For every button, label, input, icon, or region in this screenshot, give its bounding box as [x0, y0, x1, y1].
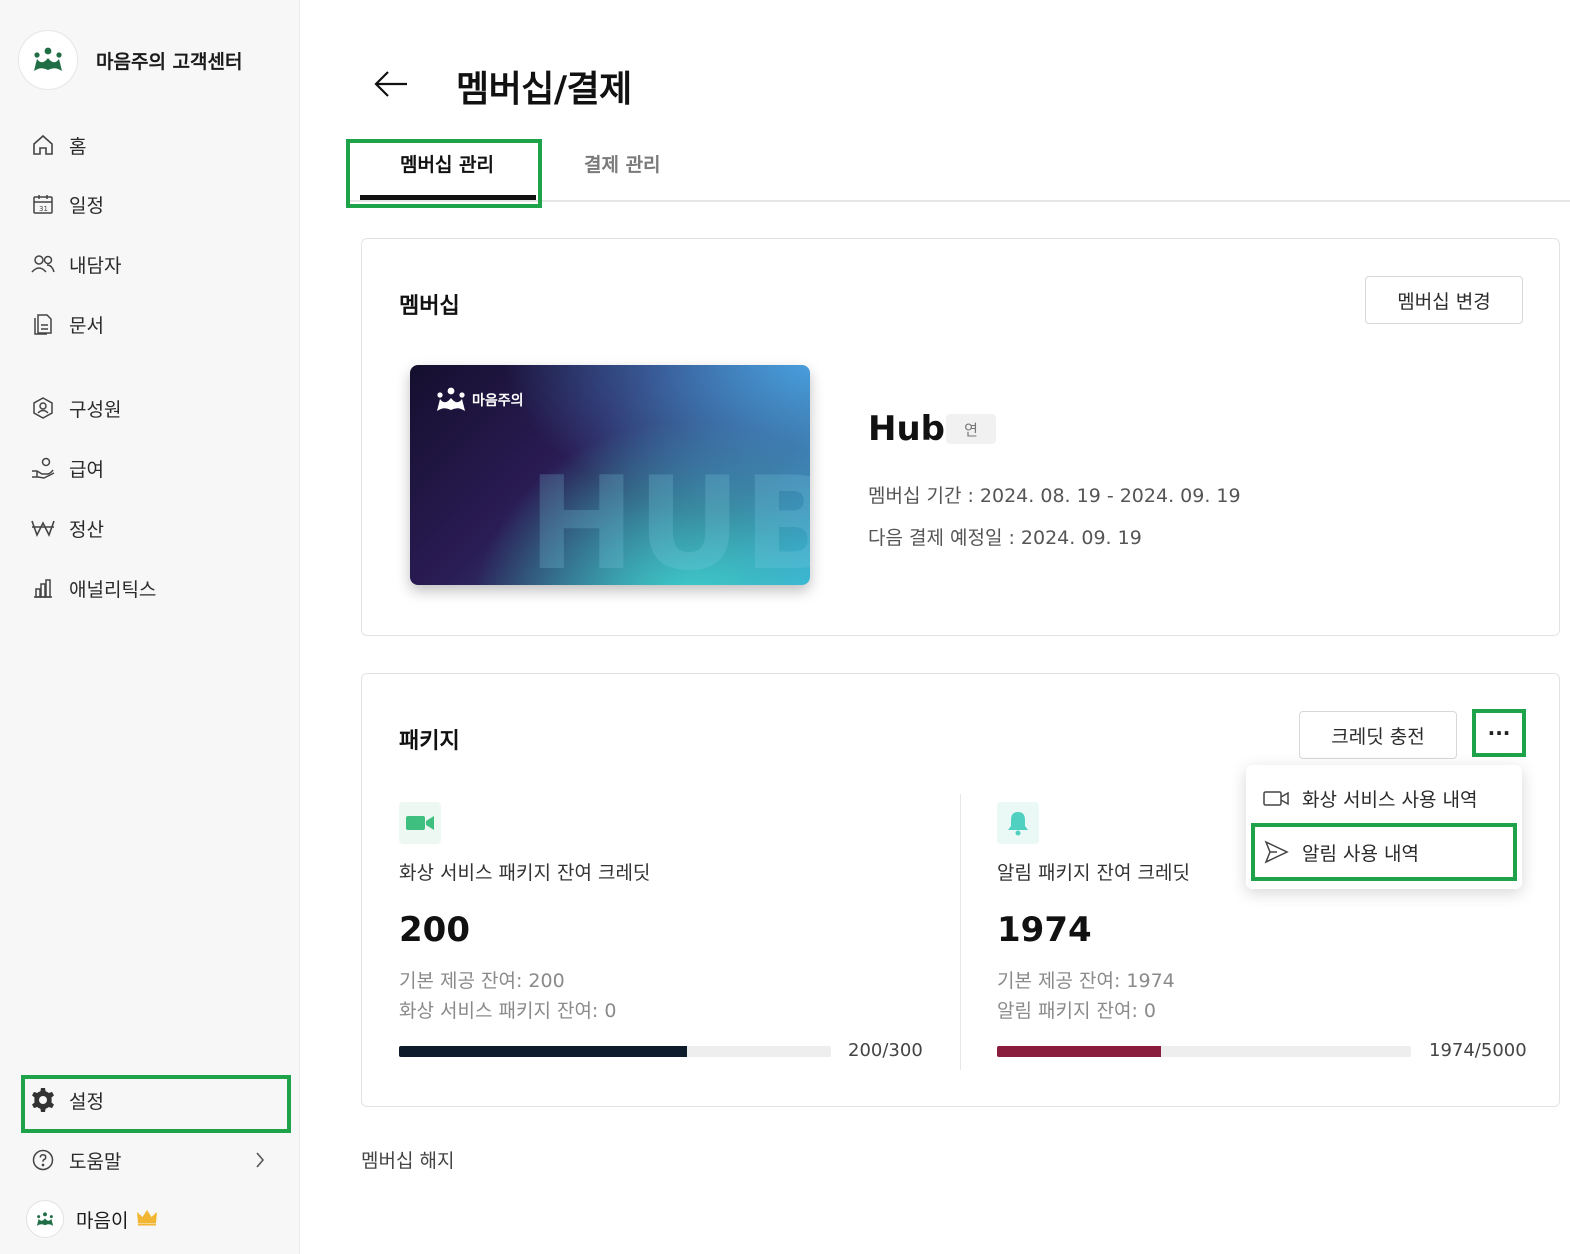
settings-highlight-box — [21, 1075, 291, 1133]
video-icon — [1262, 786, 1290, 810]
sidebar-item-salary[interactable]: 급여 — [30, 448, 104, 488]
video-camera-icon — [399, 802, 441, 844]
sidebar-item-documents[interactable]: 문서 — [30, 304, 104, 344]
users-icon — [30, 251, 56, 277]
cancel-membership-link[interactable]: 멤버십 해지 — [361, 1146, 454, 1173]
video-basic-remaining: 기본 제공 잔여: 200 — [399, 970, 565, 992]
calendar-icon: 31 — [30, 191, 56, 217]
crown-icon — [136, 1208, 158, 1230]
user-profile[interactable]: 마음이 — [26, 1200, 158, 1238]
more-options-button[interactable]: ··· — [1472, 709, 1526, 757]
send-icon — [1262, 840, 1290, 864]
sidebar-item-label: 애널리틱스 — [69, 578, 157, 601]
brand[interactable]: 마음주의 고객센터 — [18, 30, 242, 90]
menu-item-label: 화상 서비스 사용 내역 — [1302, 788, 1478, 811]
sidebar-item-label: 도움말 — [69, 1150, 122, 1173]
menu-item-label: 알림 사용 내역 — [1302, 842, 1419, 865]
sidebar-item-label: 정산 — [69, 518, 104, 541]
salary-icon — [30, 455, 56, 481]
svg-text:31: 31 — [39, 205, 48, 213]
analytics-icon — [30, 575, 56, 601]
back-button[interactable] — [370, 64, 414, 104]
package-section: 패키지 크레딧 충전 화상 서비스 패키지 잔여 크레딧 200 기본 제공 잔… — [361, 673, 1560, 1107]
menu-item-video-usage[interactable]: 화상 서비스 사용 내역 — [1246, 773, 1522, 823]
video-progress-text: 200/300 — [848, 1040, 923, 1061]
video-progress-fill — [399, 1046, 688, 1057]
sidebar-item-schedule[interactable]: 31 일정 — [30, 184, 104, 224]
alarm-progress-fill — [997, 1046, 1161, 1057]
help-icon — [30, 1147, 56, 1173]
package-title: 패키지 — [399, 729, 460, 754]
change-membership-button[interactable]: 멤버십 변경 — [1365, 276, 1523, 324]
card-brand-text: 마음주의 — [472, 393, 524, 409]
sidebar-item-label: 일정 — [69, 194, 104, 217]
sidebar-item-clients[interactable]: 내담자 — [30, 244, 121, 284]
avatar — [26, 1200, 64, 1238]
charge-credit-button[interactable]: 크레딧 충전 — [1299, 711, 1457, 759]
brand-name: 마음주의 고객센터 — [96, 50, 243, 73]
arrow-left-icon — [374, 71, 407, 97]
sidebar: 마음주의 고객센터 홈 31 일정 내담자 문서 구성원 급여 정산 애널리틱스… — [0, 0, 300, 1254]
video-credit-value: 200 — [399, 910, 470, 950]
next-payment-date: 다음 결제 예정일 : 2024. 09. 19 — [868, 527, 1142, 549]
alarm-credit-label: 알림 패키지 잔여 크레딧 — [997, 862, 1190, 884]
menu-item-alarm-usage[interactable]: 알림 사용 내역 — [1246, 827, 1522, 877]
more-options-label: ··· — [1487, 721, 1511, 745]
document-icon — [30, 311, 56, 337]
plan-name: Hub — [868, 409, 945, 449]
sidebar-item-help[interactable]: 도움말 — [30, 1140, 121, 1180]
alarm-credit-value: 1974 — [997, 910, 1092, 950]
package-divider — [960, 794, 961, 1070]
sidebar-item-label: 홈 — [69, 135, 87, 158]
alarm-progress-bar — [997, 1046, 1411, 1057]
membership-period: 멤버십 기간 : 2024. 08. 19 - 2024. 09. 19 — [868, 485, 1241, 507]
member-icon — [30, 395, 56, 421]
package-dropdown-menu: 화상 서비스 사용 내역 알림 사용 내역 — [1246, 765, 1522, 889]
membership-title: 멤버십 — [399, 294, 460, 319]
alarm-progress-text: 1974/5000 — [1429, 1040, 1527, 1061]
chevron-right-icon[interactable] — [250, 1148, 270, 1172]
sidebar-item-analytics[interactable]: 애널리틱스 — [30, 568, 156, 608]
card-watermark: HUB — [528, 450, 810, 586]
plan-cycle-badge: 연 — [946, 414, 996, 444]
card-logo: 마음주의 — [436, 387, 524, 413]
video-credit-label: 화상 서비스 패키지 잔여 크레딧 — [399, 862, 651, 884]
sidebar-item-members[interactable]: 구성원 — [30, 388, 121, 428]
won-icon — [30, 515, 56, 541]
brand-logo-icon — [437, 387, 465, 411]
sidebar-item-settlement[interactable]: 정산 — [30, 508, 104, 548]
sidebar-item-label: 내담자 — [69, 254, 122, 277]
user-name: 마음이 — [76, 1209, 129, 1232]
home-icon — [30, 132, 56, 158]
video-progress-bar — [399, 1046, 831, 1057]
sidebar-item-home[interactable]: 홈 — [30, 125, 86, 165]
alarm-package-remaining: 알림 패키지 잔여: 0 — [997, 1000, 1156, 1022]
membership-section: 멤버십 멤버십 변경 마음주의 HUB Hub 연 멤버십 기간 : 2024.… — [361, 238, 1560, 636]
page-title: 멤버십/결제 — [456, 69, 632, 110]
bell-icon — [997, 802, 1039, 844]
video-package-remaining: 화상 서비스 패키지 잔여: 0 — [399, 1000, 617, 1022]
membership-card-image: 마음주의 HUB — [410, 365, 810, 585]
sidebar-item-label: 문서 — [69, 314, 104, 337]
sidebar-item-label: 급여 — [69, 458, 104, 481]
tab-highlight-box — [346, 139, 542, 208]
sidebar-item-label: 구성원 — [69, 398, 122, 421]
alarm-basic-remaining: 기본 제공 잔여: 1974 — [997, 970, 1175, 992]
tab-payment-management[interactable]: 결제 관리 — [584, 150, 661, 177]
brand-logo-icon — [18, 30, 78, 90]
